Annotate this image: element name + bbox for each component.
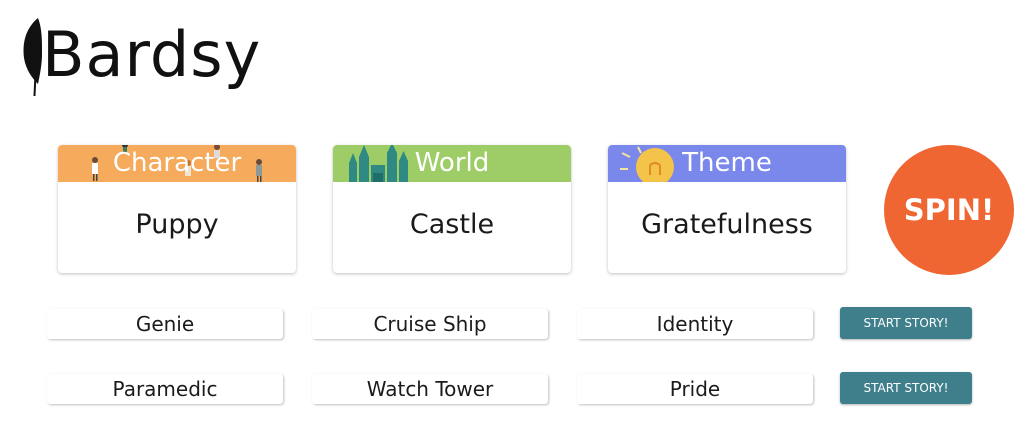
spin-button[interactable]: SPIN! [884,145,1014,275]
brand-name: Bardsy [42,18,262,91]
theme-card[interactable]: Theme Gratefulness [608,145,846,273]
start-story-button[interactable]: START STORY! [840,307,972,339]
bardsy-logo: Bardsy [20,14,260,96]
character-value: Puppy [135,209,219,240]
world-card[interactable]: World Castle [333,145,571,273]
character-card[interactable]: Character Puppy [58,145,296,273]
character-card-header: Character [58,145,296,182]
theme-value: Gratefulness [641,209,813,240]
suggestion-world[interactable]: Watch Tower [312,374,548,404]
suggestion-theme[interactable]: Identity [577,309,813,339]
suggestion-theme[interactable]: Pride [577,374,813,404]
character-card-title: Character [112,148,242,178]
suggestion-character[interactable]: Paramedic [47,374,283,404]
suggestion-character[interactable]: Genie [47,309,283,339]
world-card-header: World [333,145,571,182]
theme-card-header: Theme [608,145,846,182]
theme-card-title: Theme [682,148,772,178]
suggestion-world[interactable]: Cruise Ship [312,309,548,339]
start-story-button[interactable]: START STORY! [840,372,972,404]
world-value: Castle [409,209,495,240]
world-card-title: World [414,148,490,178]
